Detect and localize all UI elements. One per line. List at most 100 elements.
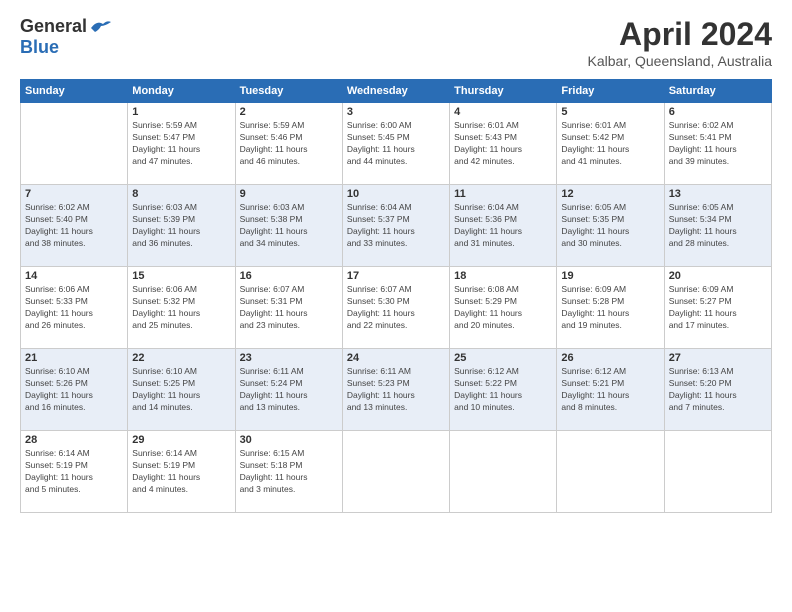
calendar-header-row: Sunday Monday Tuesday Wednesday Thursday…	[21, 80, 772, 103]
logo-general-text: General	[20, 16, 87, 37]
header-sunday: Sunday	[21, 80, 128, 103]
table-row: 23Sunrise: 6:11 AMSunset: 5:24 PMDayligh…	[235, 349, 342, 431]
day-info: Sunrise: 6:05 AMSunset: 5:35 PMDaylight:…	[561, 202, 659, 250]
table-row: 18Sunrise: 6:08 AMSunset: 5:29 PMDayligh…	[450, 267, 557, 349]
day-info: Sunrise: 6:09 AMSunset: 5:28 PMDaylight:…	[561, 284, 659, 332]
calendar-week-row: 21Sunrise: 6:10 AMSunset: 5:26 PMDayligh…	[21, 349, 772, 431]
header-saturday: Saturday	[664, 80, 771, 103]
logo: General Blue	[20, 16, 111, 58]
day-info: Sunrise: 6:14 AMSunset: 5:19 PMDaylight:…	[132, 448, 230, 496]
day-number: 15	[132, 270, 230, 282]
logo-bird-icon	[89, 18, 111, 36]
day-info: Sunrise: 5:59 AMSunset: 5:47 PMDaylight:…	[132, 120, 230, 168]
day-info: Sunrise: 6:08 AMSunset: 5:29 PMDaylight:…	[454, 284, 552, 332]
table-row: 5Sunrise: 6:01 AMSunset: 5:42 PMDaylight…	[557, 103, 664, 185]
table-row	[450, 431, 557, 513]
day-number: 25	[454, 352, 552, 364]
table-row: 3 Sunrise: 6:00 AMSunset: 5:45 PMDaylight…	[342, 103, 449, 185]
calendar-week-row: 7Sunrise: 6:02 AMSunset: 5:40 PMDaylight…	[21, 185, 772, 267]
table-row: 26 Sunrise: 6:12 AMSunset: 5:21 PMDayligh…	[557, 349, 664, 431]
table-row: 28 Sunrise: 6:14 AMSunset: 5:19 PMDayligh…	[21, 431, 128, 513]
day-number: 28	[25, 434, 123, 446]
month-title: April 2024	[588, 16, 772, 53]
header-thursday: Thursday	[450, 80, 557, 103]
day-number: 12	[561, 188, 659, 200]
day-info: Sunrise: 6:01 AMSunset: 5:43 PMDaylight:…	[454, 120, 552, 168]
day-number: 26	[561, 352, 659, 364]
day-number: 1	[132, 106, 230, 118]
table-row: 29 Sunrise: 6:14 AMSunset: 5:19 PMDayligh…	[128, 431, 235, 513]
table-row: 8Sunrise: 6:03 AMSunset: 5:39 PMDaylight…	[128, 185, 235, 267]
day-info: Sunrise: 6:06 AMSunset: 5:33 PMDaylight:…	[25, 284, 123, 332]
table-row: 4 Sunrise: 6:01 AMSunset: 5:43 PMDaylight…	[450, 103, 557, 185]
table-row: 9 Sunrise: 6:03 AMSunset: 5:38 PMDaylight…	[235, 185, 342, 267]
day-info: Sunrise: 6:07 AMSunset: 5:31 PMDaylight:…	[240, 284, 338, 332]
day-info: Sunrise: 6:13 AMSunset: 5:20 PMDaylight:…	[669, 366, 767, 414]
day-number: 30	[240, 434, 338, 446]
day-info: Sunrise: 6:03 AMSunset: 5:38 PMDaylight:…	[240, 202, 338, 250]
table-row: 22Sunrise: 6:10 AMSunset: 5:25 PMDayligh…	[128, 349, 235, 431]
day-info: Sunrise: 6:07 AMSunset: 5:30 PMDaylight:…	[347, 284, 445, 332]
header-friday: Friday	[557, 80, 664, 103]
day-number: 27	[669, 352, 767, 364]
day-number: 22	[132, 352, 230, 364]
day-info: Sunrise: 6:04 AMSunset: 5:37 PMDaylight:…	[347, 202, 445, 250]
day-number: 2	[240, 106, 338, 118]
day-info: Sunrise: 6:00 AMSunset: 5:45 PMDaylight:…	[347, 120, 445, 168]
calendar-week-row: 14Sunrise: 6:06 AMSunset: 5:33 PMDayligh…	[21, 267, 772, 349]
table-row: 12 Sunrise: 6:05 AMSunset: 5:35 PMDayligh…	[557, 185, 664, 267]
day-info: Sunrise: 6:15 AMSunset: 5:18 PMDaylight:…	[240, 448, 338, 496]
table-row: 20Sunrise: 6:09 AMSunset: 5:27 PMDayligh…	[664, 267, 771, 349]
day-info: Sunrise: 6:12 AMSunset: 5:21 PMDaylight:…	[561, 366, 659, 414]
day-number: 17	[347, 270, 445, 282]
table-row: 17 Sunrise: 6:07 AMSunset: 5:30 PMDayligh…	[342, 267, 449, 349]
day-number: 6	[669, 106, 767, 118]
day-info: Sunrise: 6:09 AMSunset: 5:27 PMDaylight:…	[669, 284, 767, 332]
day-number: 4	[454, 106, 552, 118]
header-monday: Monday	[128, 80, 235, 103]
table-row: 21Sunrise: 6:10 AMSunset: 5:26 PMDayligh…	[21, 349, 128, 431]
table-row: 24Sunrise: 6:11 AMSunset: 5:23 PMDayligh…	[342, 349, 449, 431]
day-info: Sunrise: 5:59 AMSunset: 5:46 PMDaylight:…	[240, 120, 338, 168]
logo-blue-text: Blue	[20, 37, 59, 58]
table-row: 16Sunrise: 6:07 AMSunset: 5:31 PMDayligh…	[235, 267, 342, 349]
page: General Blue April 2024 Kalbar, Queensla…	[0, 0, 792, 612]
day-number: 13	[669, 188, 767, 200]
day-info: Sunrise: 6:06 AMSunset: 5:32 PMDaylight:…	[132, 284, 230, 332]
calendar-week-row: 1 Sunrise: 5:59 AMSunset: 5:47 PMDaylight…	[21, 103, 772, 185]
table-row: 7Sunrise: 6:02 AMSunset: 5:40 PMDaylight…	[21, 185, 128, 267]
day-number: 9	[240, 188, 338, 200]
day-info: Sunrise: 6:02 AMSunset: 5:40 PMDaylight:…	[25, 202, 123, 250]
table-row: 1 Sunrise: 5:59 AMSunset: 5:47 PMDaylight…	[128, 103, 235, 185]
table-row: 14Sunrise: 6:06 AMSunset: 5:33 PMDayligh…	[21, 267, 128, 349]
day-info: Sunrise: 6:11 AMSunset: 5:24 PMDaylight:…	[240, 366, 338, 414]
table-row: 15 Sunrise: 6:06 AMSunset: 5:32 PMDayligh…	[128, 267, 235, 349]
table-row: 6Sunrise: 6:02 AMSunset: 5:41 PMDaylight…	[664, 103, 771, 185]
table-row: 27 Sunrise: 6:13 AMSunset: 5:20 PMDayligh…	[664, 349, 771, 431]
day-info: Sunrise: 6:11 AMSunset: 5:23 PMDaylight:…	[347, 366, 445, 414]
day-info: Sunrise: 6:01 AMSunset: 5:42 PMDaylight:…	[561, 120, 659, 168]
table-row: 30 Sunrise: 6:15 AMSunset: 5:18 PMDayligh…	[235, 431, 342, 513]
header-wednesday: Wednesday	[342, 80, 449, 103]
day-info: Sunrise: 6:14 AMSunset: 5:19 PMDaylight:…	[25, 448, 123, 496]
day-number: 29	[132, 434, 230, 446]
day-info: Sunrise: 6:04 AMSunset: 5:36 PMDaylight:…	[454, 202, 552, 250]
day-number: 11	[454, 188, 552, 200]
header: General Blue April 2024 Kalbar, Queensla…	[20, 16, 772, 69]
table-row	[21, 103, 128, 185]
calendar-week-row: 28 Sunrise: 6:14 AMSunset: 5:19 PMDayligh…	[21, 431, 772, 513]
table-row: 13 Sunrise: 6:05 AMSunset: 5:34 PMDayligh…	[664, 185, 771, 267]
day-info: Sunrise: 6:05 AMSunset: 5:34 PMDaylight:…	[669, 202, 767, 250]
table-row	[342, 431, 449, 513]
location: Kalbar, Queensland, Australia	[588, 53, 772, 69]
day-number: 3	[347, 106, 445, 118]
table-row: 25 Sunrise: 6:12 AMSunset: 5:22 PMDayligh…	[450, 349, 557, 431]
calendar-table: Sunday Monday Tuesday Wednesday Thursday…	[20, 79, 772, 513]
day-info: Sunrise: 6:12 AMSunset: 5:22 PMDaylight:…	[454, 366, 552, 414]
header-tuesday: Tuesday	[235, 80, 342, 103]
table-row	[664, 431, 771, 513]
day-number: 19	[561, 270, 659, 282]
day-number: 8	[132, 188, 230, 200]
day-number: 21	[25, 352, 123, 364]
table-row	[557, 431, 664, 513]
